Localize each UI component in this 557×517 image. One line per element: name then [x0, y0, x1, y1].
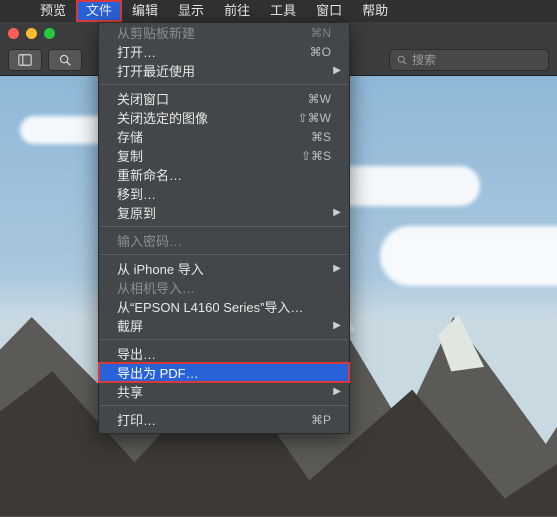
sidebar-toggle-button[interactable]	[8, 49, 42, 71]
menu-item-label: 从“EPSON L4160 Series”导入…	[117, 297, 331, 316]
menu-item-label: 共享	[117, 382, 331, 401]
menu-item-shortcut: ⌘N	[310, 26, 331, 40]
menu-item: 输入密码…	[99, 231, 349, 250]
menubar-item-6[interactable]: 窗口	[306, 0, 352, 22]
menu-item[interactable]: 从 iPhone 导入▶	[99, 259, 349, 278]
sidebar-icon	[18, 53, 32, 67]
menu-item[interactable]: 关闭窗口⌘W	[99, 89, 349, 108]
menu-item-label: 存储	[117, 127, 311, 146]
file-menu-dropdown: 从剪贴板新建⌘N打开…⌘O打开最近使用▶关闭窗口⌘W关闭选定的图像⇧⌘W存储⌘S…	[98, 22, 350, 434]
search-icon	[396, 54, 408, 66]
menu-item[interactable]: 共享▶	[99, 382, 349, 401]
menu-item[interactable]: 移到…	[99, 184, 349, 203]
menu-item-label: 打开最近使用	[117, 61, 331, 80]
menu-separator	[100, 254, 348, 255]
menu-item-shortcut: ⌘P	[311, 413, 331, 427]
menu-item[interactable]: 从“EPSON L4160 Series”导入…	[99, 297, 349, 316]
menu-separator	[100, 339, 348, 340]
submenu-arrow-icon: ▶	[333, 263, 341, 274]
menu-item-shortcut: ⌘O	[310, 45, 331, 59]
menu-item-label: 从剪贴板新建	[117, 23, 310, 42]
menubar-item-0[interactable]: 预览	[30, 0, 76, 22]
menu-item-label: 截屏	[117, 316, 331, 335]
menu-item[interactable]: 复制⇧⌘S	[99, 146, 349, 165]
menu-item-label: 重新命名…	[117, 165, 331, 184]
submenu-arrow-icon: ▶	[333, 65, 341, 76]
zoom-window-button[interactable]	[44, 28, 55, 39]
menu-separator	[100, 84, 348, 85]
search-field[interactable]: 搜索	[389, 49, 549, 71]
menu-item: 从相机导入…	[99, 278, 349, 297]
submenu-arrow-icon: ▶	[333, 320, 341, 331]
menu-item[interactable]: 打开…⌘O	[99, 42, 349, 61]
magnifier-icon	[58, 53, 72, 67]
menu-item: 从剪贴板新建⌘N	[99, 23, 349, 42]
menu-item-label: 从相机导入…	[117, 278, 331, 297]
submenu-arrow-icon: ▶	[333, 207, 341, 218]
menu-item[interactable]: 存储⌘S	[99, 127, 349, 146]
menu-item-label: 移到…	[117, 184, 331, 203]
zoom-tool-button[interactable]	[48, 49, 82, 71]
menu-item[interactable]: 关闭选定的图像⇧⌘W	[99, 108, 349, 127]
menu-item-label: 复原到	[117, 203, 331, 222]
menubar: 预览文件编辑显示前往工具窗口帮助	[0, 0, 557, 22]
menubar-item-5[interactable]: 工具	[260, 0, 306, 22]
menu-item[interactable]: 重新命名…	[99, 165, 349, 184]
menu-item[interactable]: 打开最近使用▶	[99, 61, 349, 80]
menu-item-label: 复制	[117, 146, 301, 165]
menu-item-label: 打开…	[117, 42, 310, 61]
menu-item-shortcut: ⇧⌘S	[301, 149, 331, 163]
menu-item-shortcut: ⇧⌘W	[298, 111, 331, 125]
menubar-item-3[interactable]: 显示	[168, 0, 214, 22]
window-controls	[8, 28, 55, 39]
menubar-item-1[interactable]: 文件	[76, 0, 122, 22]
menu-separator	[100, 405, 348, 406]
menu-item-label: 导出为 PDF…	[117, 363, 331, 382]
menu-item-shortcut: ⌘S	[311, 130, 331, 144]
menu-item-label: 关闭窗口	[117, 89, 308, 108]
submenu-arrow-icon: ▶	[333, 386, 341, 397]
menubar-item-7[interactable]: 帮助	[352, 0, 398, 22]
menu-item[interactable]: 截屏▶	[99, 316, 349, 335]
menu-item-label: 关闭选定的图像	[117, 108, 298, 127]
search-placeholder: 搜索	[412, 51, 436, 68]
menu-item-label: 打印…	[117, 410, 311, 429]
menu-separator	[100, 226, 348, 227]
menu-item[interactable]: 导出…	[99, 344, 349, 363]
minimize-window-button[interactable]	[26, 28, 37, 39]
menu-item[interactable]: 导出为 PDF…	[99, 363, 349, 382]
menubar-item-4[interactable]: 前往	[214, 0, 260, 22]
menu-item-label: 从 iPhone 导入	[117, 259, 331, 278]
menu-item[interactable]: 打印…⌘P	[99, 410, 349, 429]
menu-item-label: 导出…	[117, 344, 331, 363]
menu-item[interactable]: 复原到▶	[99, 203, 349, 222]
menu-item-label: 输入密码…	[117, 231, 331, 250]
menu-item-shortcut: ⌘W	[308, 92, 331, 106]
close-window-button[interactable]	[8, 28, 19, 39]
menubar-item-2[interactable]: 编辑	[122, 0, 168, 22]
